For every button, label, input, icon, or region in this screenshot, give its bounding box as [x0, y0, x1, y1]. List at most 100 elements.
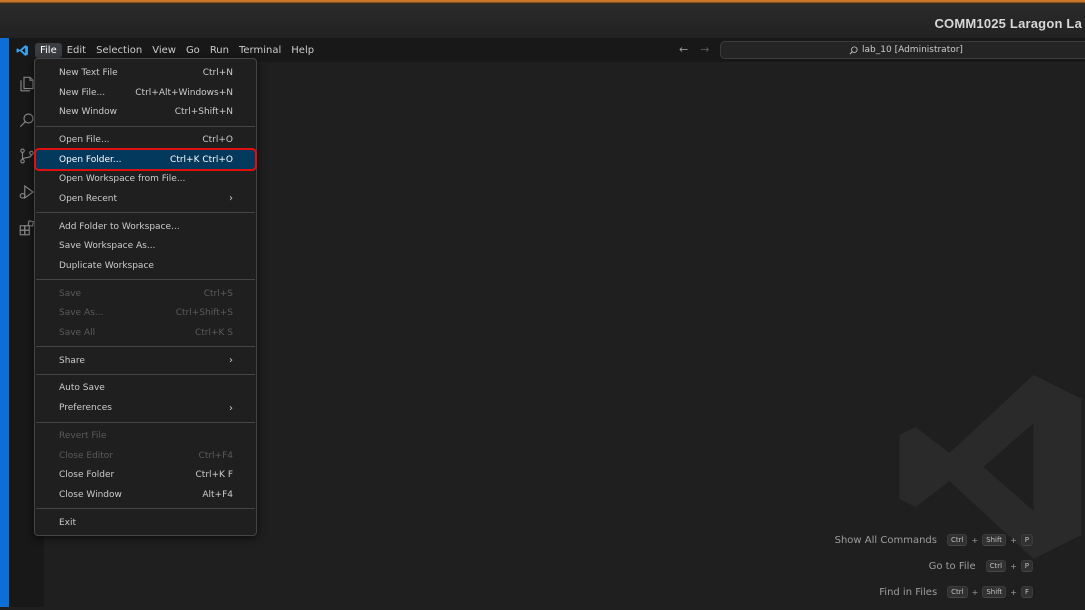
menu-separator: [36, 508, 255, 510]
menu-item-shortcut: Ctrl+K Ctrl+O: [170, 154, 233, 165]
chevron-right-icon: ›: [229, 355, 233, 367]
menu-item-label: Open Recent: [59, 193, 118, 204]
menu-item-label: New File...: [59, 87, 106, 98]
menu-help[interactable]: Help: [286, 43, 319, 58]
forward-arrow-icon[interactable]: →: [700, 43, 709, 56]
menu-item-shortcut: Ctrl+F4: [198, 450, 233, 461]
menu-item-open-workspace-from-file[interactable]: Open Workspace from File...: [36, 169, 255, 189]
menu-item-duplicate-workspace[interactable]: Duplicate Workspace: [36, 256, 255, 276]
search-icon: [849, 45, 858, 54]
shortcut-hint-label: Go to File: [928, 560, 976, 572]
keyboard-key: F: [1020, 586, 1033, 598]
plus-sign: +: [1010, 561, 1017, 571]
menu-separator: [36, 279, 255, 281]
menu-item-label: Exit: [59, 517, 77, 528]
menu-item-label: Open Workspace from File...: [59, 174, 186, 185]
menu-selection[interactable]: Selection: [91, 43, 147, 58]
menu-item-preferences[interactable]: Preferences ›: [36, 398, 255, 418]
menu-item-label: Save: [59, 288, 82, 299]
menu-item-auto-save[interactable]: Auto Save: [36, 379, 255, 399]
menu-item-label: Save All: [59, 328, 96, 339]
menu-item-label: Open Folder...: [59, 154, 122, 165]
command-center[interactable]: lab_10 [Administrator]: [720, 41, 1085, 59]
menu-separator: [36, 212, 255, 214]
menu-item-shortcut: Ctrl+O: [202, 134, 233, 145]
menu-item-new-file[interactable]: New File... Ctrl+Alt+Windows+N: [36, 83, 255, 103]
menu-item-label: Save Workspace As...: [59, 241, 156, 252]
menu-item-save-workspace-as[interactable]: Save Workspace As...: [36, 237, 255, 257]
plus-sign: +: [971, 587, 979, 597]
keyboard-key: P: [1020, 560, 1033, 572]
keyboard-key: Ctrl: [985, 560, 1007, 572]
menu-edit[interactable]: Edit: [62, 43, 91, 58]
menu-item-new-text-file[interactable]: New Text File Ctrl+N: [36, 63, 255, 83]
menu-item-shortcut: Ctrl+Shift+N: [174, 107, 233, 118]
menu-item-label: Close Folder: [59, 470, 115, 481]
file-menu: New Text File Ctrl+N New File... Ctrl+Alt+W…: [34, 58, 257, 536]
menu-item-share[interactable]: Share ›: [36, 351, 255, 371]
menu-item-close-folder[interactable]: Close Folder Ctrl+K F: [36, 465, 255, 485]
menu-terminal[interactable]: Terminal: [234, 43, 286, 58]
left-accent-bar: [0, 38, 9, 607]
shortcut-hint-label: Find in Files: [879, 586, 938, 598]
menu-item-label: New Text File: [59, 67, 118, 78]
menu-item-close-editor[interactable]: Close Editor Ctrl+F4: [36, 446, 255, 466]
vscode-logo-icon[interactable]: [9, 38, 35, 62]
menu-item-shortcut: Alt+F4: [202, 489, 233, 500]
menu-item-label: Duplicate Workspace: [59, 261, 154, 272]
plus-sign: +: [1010, 587, 1017, 597]
menu-item-label: Share: [59, 355, 85, 366]
menu-item-close-window[interactable]: Close Window Alt+F4: [36, 485, 255, 505]
keyboard-key: Shift: [982, 586, 1007, 598]
menu-separator: [36, 125, 255, 127]
menu-view[interactable]: View: [147, 43, 181, 58]
menu-item-label: Preferences: [59, 403, 112, 414]
menu-separator: [36, 374, 255, 376]
menu-item-shortcut: Ctrl+S: [203, 288, 233, 299]
keyboard-key: P: [1020, 534, 1033, 546]
menu-item-shortcut: Ctrl+Shift+S: [175, 308, 233, 319]
menu-item-shortcut: Ctrl+Alt+Windows+N: [135, 87, 233, 98]
menu-separator: [36, 421, 255, 423]
menu-item-exit[interactable]: Exit: [36, 513, 255, 533]
menu-item-new-window[interactable]: New Window Ctrl+Shift+N: [36, 102, 255, 122]
menu-item-open-file[interactable]: Open File... Ctrl+O: [36, 130, 255, 150]
command-center-text: lab_10 [Administrator]: [862, 45, 963, 55]
chevron-right-icon: ›: [229, 193, 233, 205]
menu-file[interactable]: File: [35, 42, 62, 58]
menu-run[interactable]: Run: [205, 43, 234, 58]
menu-item-shortcut: Ctrl+N: [202, 67, 233, 78]
menu-item-label: Open File...: [59, 134, 110, 145]
menu-item-label: New Window: [59, 107, 117, 118]
keyboard-key: Ctrl: [947, 586, 968, 598]
back-arrow-icon[interactable]: ←: [679, 43, 688, 56]
menu-item-label: Close Window: [59, 489, 122, 500]
menu-item-add-folder-to-workspace[interactable]: Add Folder to Workspace...: [36, 217, 255, 237]
shortcut-hint-label: Show All Commands: [834, 534, 937, 546]
plus-sign: +: [971, 535, 979, 545]
menu-item-open-folder[interactable]: Open Folder... Ctrl+K Ctrl+O: [34, 147, 257, 172]
menu-item-label: Add Folder to Workspace...: [59, 221, 180, 232]
chevron-right-icon: ›: [229, 402, 233, 414]
menu-item-revert-file[interactable]: Revert File: [36, 426, 255, 446]
menu-separator: [36, 346, 255, 348]
window-title-strip: COMM1025 Laragon La: [0, 0, 1085, 38]
menu-item-save[interactable]: Save Ctrl+S: [36, 284, 255, 304]
menu-item-shortcut: Ctrl+K S: [194, 328, 233, 339]
menu-item-open-recent[interactable]: Open Recent ›: [36, 189, 255, 209]
shortcut-hint: Find in Files Ctrl + Shift + F: [835, 584, 1033, 600]
menu-item-shortcut: Ctrl+K F: [195, 470, 234, 481]
editor-shortcut-hints: Show All Commands Ctrl + Shift + P Go to File C…: [835, 532, 1033, 610]
menu-go[interactable]: Go: [181, 43, 205, 58]
shortcut-hint: Show All Commands Ctrl + Shift + P: [835, 532, 1033, 548]
shortcut-hint: Go to File Ctrl + P: [835, 558, 1033, 574]
menu-item-save-all[interactable]: Save All Ctrl+K S: [36, 323, 255, 343]
keyboard-key: Ctrl: [946, 534, 968, 546]
nav-arrows: ← →: [679, 43, 709, 56]
menu-item-label: Auto Save: [59, 383, 105, 394]
menu-item-label: Save As...: [59, 308, 104, 319]
keyboard-key: Shift: [982, 534, 1007, 546]
menu-item-save-as[interactable]: Save As... Ctrl+Shift+S: [36, 304, 255, 324]
banner-title: COMM1025 Laragon La: [934, 16, 1082, 31]
plus-sign: +: [1010, 535, 1017, 545]
